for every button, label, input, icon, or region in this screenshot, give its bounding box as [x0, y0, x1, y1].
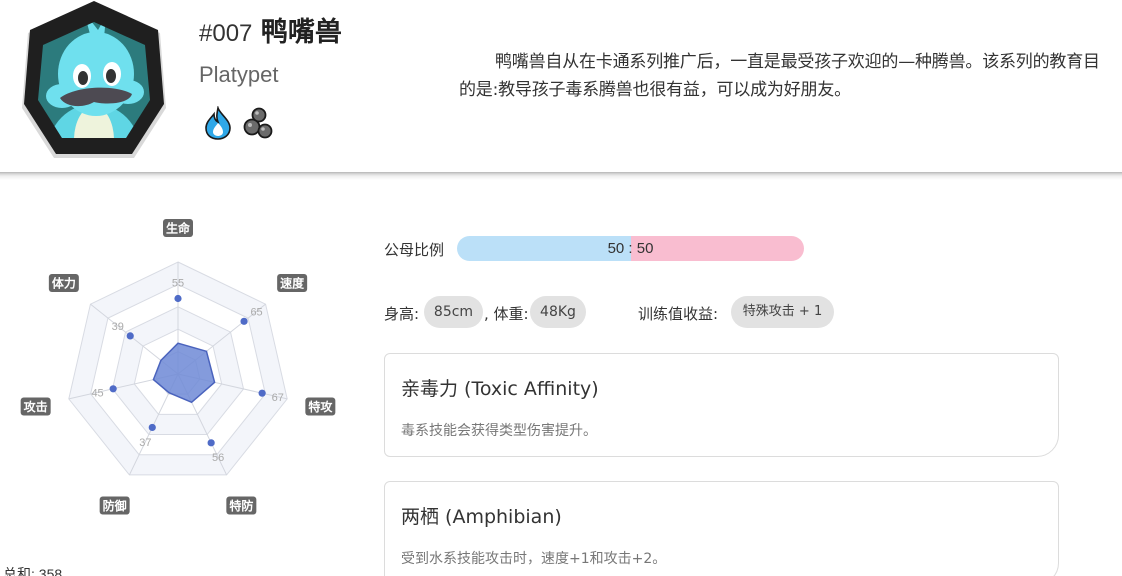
- stat-label: 特防: [229, 498, 253, 513]
- weight-label: , 体重:: [484, 305, 529, 323]
- pokemon-title: #007 鸭嘴兽: [199, 10, 342, 49]
- stat-value-label: 65: [250, 306, 262, 318]
- stat-point: [109, 385, 117, 393]
- type-icons: [202, 106, 274, 140]
- stat-value-label: 37: [139, 437, 151, 449]
- stat-value-label: 67: [272, 392, 284, 404]
- gender-label: 公母比例: [384, 241, 445, 259]
- ability-title: 两栖 (Amphibian): [401, 506, 562, 528]
- dex-number: #007: [199, 20, 253, 47]
- ability-title: 亲毒力 (Toxic Affinity): [401, 378, 599, 400]
- stat-point: [258, 389, 266, 397]
- ev-yield-label: 训练值收益:: [638, 305, 719, 323]
- height-label: 身高:: [384, 305, 420, 323]
- gender-female-segment: [630, 236, 804, 261]
- ability-description: 受到水系技能攻击时，速度+1和攻击+2。: [401, 551, 667, 567]
- stat-value-label: 39: [112, 321, 124, 333]
- water-flame-icon: [205, 106, 231, 140]
- stat-label: 特攻: [308, 399, 333, 414]
- poison-bubbles-icon: [243, 107, 273, 139]
- ability-description: 毒系技能会获得类型伤害提升。: [401, 423, 597, 439]
- gender-male-segment: [457, 236, 631, 261]
- stats-total: 总和: 358: [3, 566, 63, 576]
- ability-card[interactable]: 两栖 (Amphibian) 受到水系技能攻击时，速度+1和攻击+2。: [384, 481, 1059, 576]
- pokemon-header: #007 鸭嘴兽 Platypet 鸭嘴兽自从在卡通系列推广后，一直是最受孩子欢…: [0, 0, 1122, 173]
- pokemon-description: 鸭嘴兽自从在卡通系列推广后，一直是最受孩子欢迎的—种腾兽。该系列的教育目的是:教…: [459, 52, 1100, 100]
- stat-label: 速度: [280, 275, 305, 290]
- stat-label: 防御: [103, 498, 127, 513]
- stat-value-label: 56: [212, 452, 224, 464]
- stat-label: 体力: [52, 275, 76, 290]
- header-divider: [0, 172, 1122, 180]
- height-value: 85cm: [424, 296, 483, 328]
- pokemon-avatar: [22, 1, 166, 158]
- ability-card[interactable]: 亲毒力 (Toxic Affinity) 毒系技能会获得类型伤害提升。: [384, 353, 1059, 457]
- stat-label: 攻击: [24, 399, 48, 414]
- gender-ratio-bar: [457, 236, 804, 261]
- pokemon-name-en: Platypet: [199, 62, 279, 87]
- stat-point: [126, 332, 134, 340]
- stats-radar-chart: 55 65 67 56 37 45 39 生命速度特攻特防 防御 攻击 体力: [20, 219, 336, 515]
- stat-value-label: 55: [172, 278, 184, 290]
- stat-point: [148, 423, 156, 432]
- stat-point: [174, 294, 182, 303]
- weight-value: 48Kg: [530, 296, 586, 328]
- ev-yield-value: 特殊攻击 + 1: [731, 296, 834, 328]
- stat-point: [207, 439, 215, 447]
- stat-value-label: 45: [91, 387, 103, 399]
- stat-label: 生命: [166, 221, 191, 236]
- pokemon-name-cn: 鸭嘴兽: [260, 17, 342, 48]
- stat-point: [240, 317, 248, 325]
